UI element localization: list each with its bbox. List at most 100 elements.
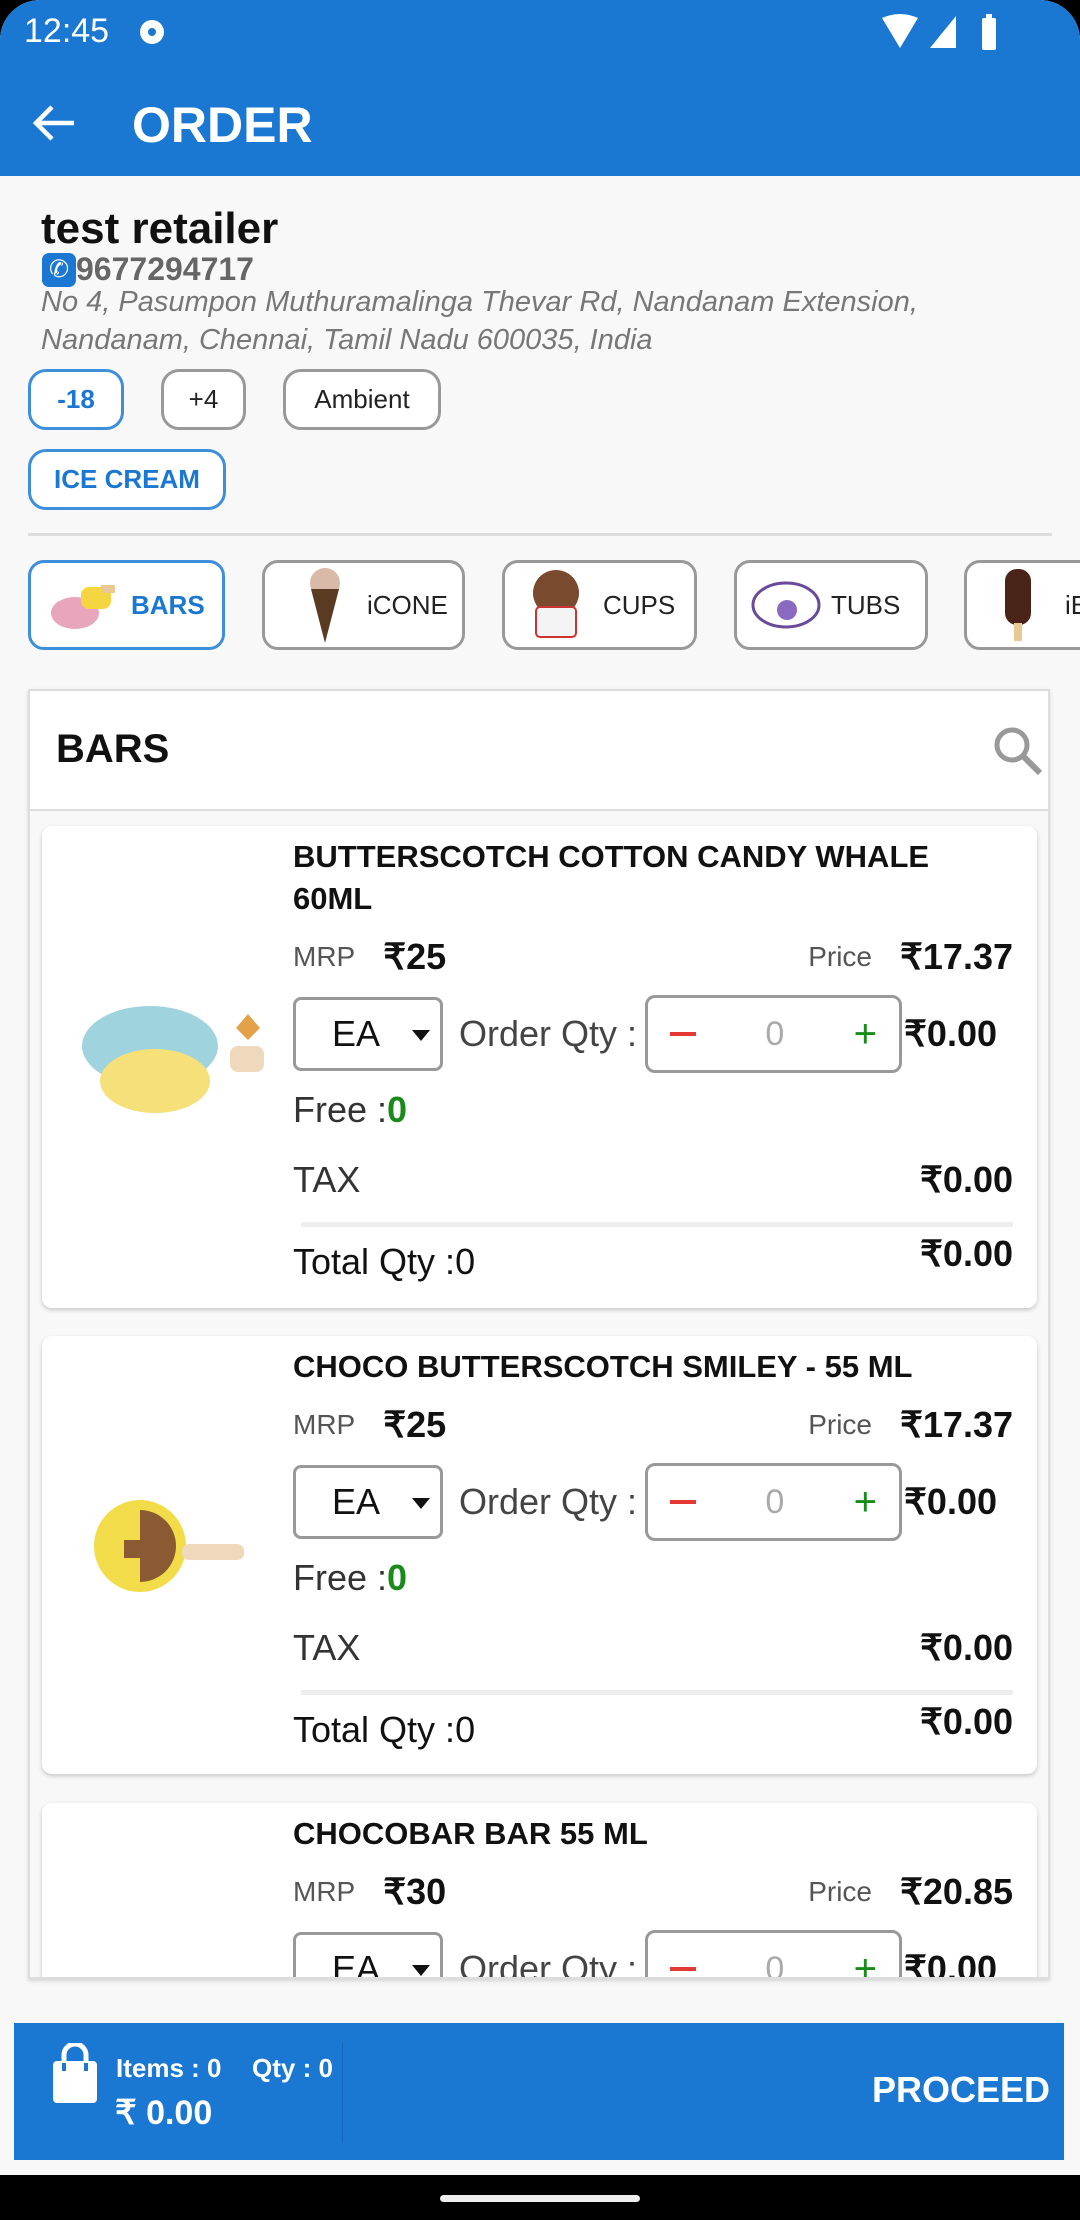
stick-bar-image-icon	[1005, 569, 1031, 641]
page-title: ORDER	[132, 97, 313, 153]
proceed-button[interactable]: PROCEED	[872, 2069, 1050, 2111]
qty-stepper: 0 +	[645, 1463, 903, 1541]
category-label: iCONE	[367, 589, 448, 620]
status-bar: 12:45	[0, 0, 1080, 70]
wifi-signal-battery-icons	[882, 14, 996, 50]
mrp-label: MRP	[293, 941, 356, 972]
minus-button[interactable]	[670, 1500, 697, 1504]
price-value: ₹20.85	[900, 1871, 1013, 1912]
search-icon[interactable]	[992, 725, 1044, 777]
app-bar: ORDER	[0, 70, 1080, 176]
product-image	[94, 1500, 244, 1592]
qty-input[interactable]: 0	[765, 1015, 784, 1054]
category-bars[interactable]: BARS	[28, 560, 225, 650]
price-value: ₹17.37	[900, 1404, 1013, 1445]
bars-image-icon	[51, 585, 115, 629]
free-value: 0	[387, 1557, 408, 1598]
plus-button[interactable]: +	[854, 1949, 877, 1977]
product-name: BUTTERSCOTCH COTTON CANDY WHALE 60ML	[293, 839, 930, 916]
product-card: CHOCOBAR BAR 55 ML MRP ₹30 Price ₹20.85 …	[42, 1803, 1037, 1979]
divider	[342, 2043, 343, 2143]
status-time: 12:45	[24, 12, 110, 50]
items-count: Items : 0	[116, 2053, 222, 2083]
total-qty-label: Total Qty :	[293, 1241, 456, 1282]
product-card: CHOCO BUTTERSCOTCH SMILEY - 55 ML MRP ₹2…	[42, 1336, 1037, 1774]
order-qty-label: Order Qty :	[459, 1481, 638, 1522]
total-value: ₹0.00	[920, 1233, 1013, 1274]
category-label: iB	[1065, 589, 1080, 620]
category-ib[interactable]: iB	[964, 560, 1080, 650]
cup-image-icon	[533, 570, 579, 638]
order-qty-label: Order Qty :	[459, 1948, 638, 1979]
product-list-panel: BARS BUTTERSCOTCH COTTON CANDY WHALE 60M…	[28, 689, 1050, 1979]
minus-button[interactable]	[670, 1967, 697, 1971]
line-amount: ₹0.00	[904, 1013, 998, 1054]
line-amount: ₹0.00	[904, 1948, 998, 1979]
qty-stepper: 0 +	[645, 995, 903, 1073]
product-card: BUTTERSCOTCH COTTON CANDY WHALE 60ML MRP…	[42, 826, 1037, 1308]
qty-input[interactable]: 0	[765, 1483, 784, 1522]
qty-input[interactable]: 0	[765, 1950, 784, 1978]
total-qty-label: Total Qty :	[293, 1709, 456, 1750]
tax-label: TAX	[293, 1627, 361, 1668]
list-title: BARS	[56, 727, 170, 771]
uom-dropdown[interactable]: EA	[293, 997, 443, 1071]
cart-summary-bar: Items : 0 Qty : 0 ₹ 0.00 PROCEED	[14, 2023, 1064, 2160]
category-label: BARS	[131, 589, 205, 620]
chip-ice-cream[interactable]: ICE CREAM	[28, 449, 226, 510]
category-cups[interactable]: CUPS	[502, 560, 697, 650]
free-label: Free :	[293, 1089, 388, 1130]
uom-value: EA	[332, 1481, 381, 1522]
retailer-address: No 4, Pasumpon Muthuramalinga Thevar Rd,…	[41, 286, 918, 356]
mrp-label: MRP	[293, 1876, 356, 1907]
uom-value: EA	[332, 1013, 381, 1054]
free-label: Free :	[293, 1557, 388, 1598]
tub-image-icon	[751, 581, 821, 629]
price-label: Price	[808, 1876, 872, 1907]
shopping-bag-icon	[53, 2043, 97, 2103]
plus-button[interactable]: +	[854, 1482, 877, 1522]
total-value: ₹0.00	[920, 1701, 1013, 1742]
chip-ambient[interactable]: Ambient	[283, 369, 441, 430]
minus-button[interactable]	[670, 1032, 697, 1036]
mrp-label: MRP	[293, 1409, 356, 1440]
caret-down-icon	[412, 1030, 430, 1041]
line-amount: ₹0.00	[904, 1481, 998, 1522]
category-icone[interactable]: iCONE	[262, 560, 465, 650]
plus-button[interactable]: +	[854, 1014, 877, 1054]
mrp-value: ₹30	[383, 1871, 447, 1912]
retailer-name: test retailer	[41, 204, 279, 253]
category-tubs[interactable]: TUBS	[734, 560, 928, 650]
qty-stepper: 0 +	[645, 1930, 903, 1978]
screen: 12:45 ORDER test retailer ✆ 9677294717 N…	[0, 0, 1080, 2175]
tax-value: ₹0.00	[920, 1627, 1013, 1668]
uom-dropdown[interactable]: EA	[293, 1465, 443, 1539]
home-gesture-handle[interactable]	[440, 2195, 640, 2202]
total-qty-value: 0	[455, 1241, 476, 1282]
free-value: 0	[387, 1089, 408, 1130]
product-image	[82, 1006, 264, 1113]
divider	[28, 533, 1052, 536]
category-label: CUPS	[603, 589, 676, 620]
cart-total: ₹ 0.00	[115, 2094, 213, 2132]
cone-image-icon	[310, 568, 340, 643]
tax-label: TAX	[293, 1159, 361, 1200]
price-value: ₹17.37	[900, 936, 1013, 977]
price-label: Price	[808, 941, 872, 972]
uom-value: EA	[332, 1948, 381, 1979]
caret-down-icon	[412, 1965, 430, 1976]
phone-icon: ✆	[42, 252, 76, 287]
mrp-value: ₹25	[383, 1404, 447, 1445]
uom-dropdown[interactable]: EA	[293, 1932, 443, 1979]
product-name: CHOCOBAR BAR 55 ML	[293, 1816, 648, 1851]
total-qty-value: 0	[455, 1709, 476, 1750]
order-qty-label: Order Qty :	[459, 1013, 638, 1054]
mrp-value: ₹25	[383, 936, 447, 977]
back-arrow-icon[interactable]	[30, 98, 80, 148]
chip-minus-18[interactable]: -18	[28, 369, 124, 430]
media-icon	[140, 20, 164, 44]
chip-plus-4[interactable]: +4	[161, 369, 246, 430]
qty-count: Qty : 0	[252, 2053, 333, 2083]
list-header: BARS	[30, 691, 1048, 811]
tax-value: ₹0.00	[920, 1159, 1013, 1200]
